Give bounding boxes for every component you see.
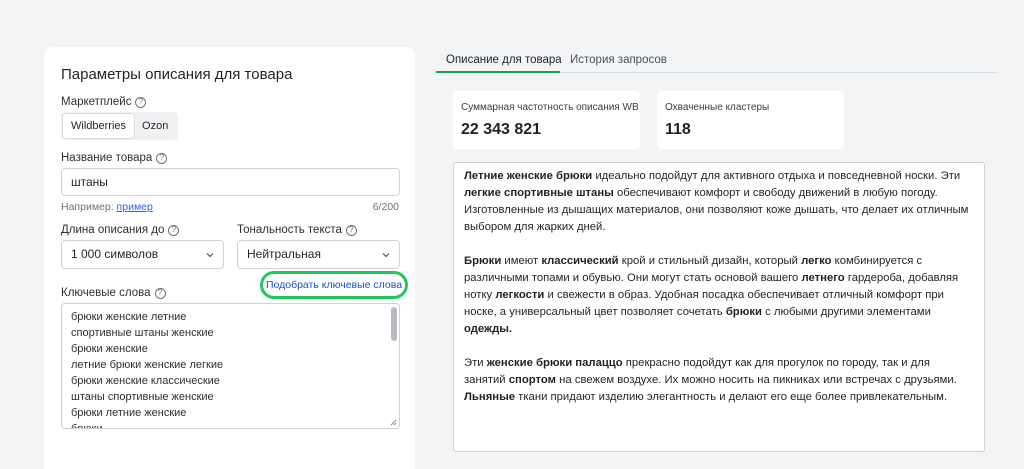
keyword-line: штаны спортивные женские — [71, 391, 214, 403]
chevron-down-icon — [206, 252, 214, 257]
description-text: Эти — [464, 357, 487, 369]
keyword-highlight: брюки — [725, 306, 762, 318]
stat-label: Суммарная частотность описания WB — [461, 102, 639, 113]
marketplace-switch: Wildberries Ozon — [61, 112, 179, 140]
chevron-down-icon — [382, 252, 390, 257]
keywords-label: Ключевые слова — [61, 287, 151, 299]
product-name-label: Название товара — [61, 152, 153, 164]
product-name-label-row: Название товара ? — [61, 152, 168, 164]
tab-description[interactable]: Описание для товара — [446, 54, 562, 66]
description-text: идеально подойдут для активного отдыха и… — [592, 170, 961, 182]
help-circle-icon[interactable]: ? — [154, 287, 166, 299]
description-params-card: Параметры описания для товара Маркетплей… — [44, 47, 415, 469]
resize-handle-icon[interactable] — [390, 419, 397, 426]
marketplace-wildberries-button[interactable]: Wildberries — [63, 114, 135, 138]
keyword-line: спортивные штаны женские — [71, 327, 214, 339]
keyword-highlight: Летние женские брюки — [464, 170, 593, 182]
tone-label: Тональность текста — [237, 224, 342, 236]
keywords-label-row: Ключевые слова ? — [61, 287, 166, 299]
card-title: Параметры описания для товара — [61, 66, 293, 83]
keywords-textarea[interactable]: брюки женские летние спортивные штаны жен… — [61, 303, 400, 429]
keyword-line: брюки — [71, 423, 103, 429]
marketplace-label: Маркетплейс — [61, 96, 132, 108]
help-circle-icon[interactable]: ? — [135, 96, 147, 108]
description-paragraph: Летние женские брюки идеально подойдут д… — [464, 168, 974, 236]
length-select[interactable]: 1 000 символов — [61, 240, 224, 269]
length-label-row: Длина описания до ? — [61, 224, 180, 236]
keyword-line: брюки женские летние — [71, 311, 187, 323]
help-circle-icon[interactable]: ? — [168, 224, 180, 236]
length-select-value: 1 000 символов — [71, 247, 159, 261]
keyword-highlight: женские брюки палаццо — [486, 357, 623, 369]
tone-select[interactable]: Нейтральная — [237, 240, 400, 269]
keyword-line: брюки женские — [71, 343, 148, 355]
marketplace-label-row: Маркетплейс ? — [61, 96, 147, 108]
keyword-line: брюки женские классические — [71, 375, 220, 387]
generated-description: Летние женские брюки идеально подойдут д… — [453, 162, 985, 452]
keyword-highlight: одежды. — [464, 323, 513, 335]
keyword-highlight: Льняные — [464, 391, 516, 403]
description-paragraph: Брюки имеют классический крой и стильный… — [464, 253, 974, 338]
example-hint: Например: пример — [61, 201, 153, 213]
stat-label: Охваченные кластеры — [665, 102, 770, 113]
scrollbar-thumb[interactable] — [391, 307, 397, 341]
keyword-line: брюки летние женские — [71, 407, 187, 419]
help-circle-icon[interactable]: ? — [156, 152, 168, 164]
tab-history[interactable]: История запросов — [570, 54, 667, 66]
stat-card-frequency: Суммарная частотность описания WB 22 343… — [453, 91, 640, 149]
keyword-highlight: легко — [801, 255, 832, 267]
help-circle-icon[interactable]: ? — [345, 224, 357, 236]
stat-value: 22 343 821 — [461, 121, 542, 138]
keyword-line: летние брюки женские легкие — [71, 359, 224, 371]
marketplace-ozon-button[interactable]: Ozon — [134, 114, 176, 138]
example-hint-prefix: Например: — [61, 201, 117, 213]
keyword-highlight: летнего — [801, 272, 845, 284]
keyword-highlight: легкости — [495, 289, 545, 301]
description-paragraph: Эти женские брюки палаццо прекрасно подо… — [464, 355, 974, 406]
description-text: ткани придают изделию элегантность и дел… — [515, 391, 948, 403]
tone-label-row: Тональность текста ? — [237, 224, 357, 236]
keyword-highlight: легкие спортивные штаны — [464, 187, 614, 199]
description-text: крой и стильный дизайн, который — [618, 255, 802, 267]
keyword-highlight: классический — [541, 255, 619, 267]
length-label: Длина описания до — [61, 224, 165, 236]
keyword-highlight: спортом — [508, 374, 557, 386]
stat-value: 118 — [665, 121, 691, 138]
description-text: на свежем воздухе. Их можно носить на пи… — [556, 374, 957, 386]
description-text: с любыми другими элементами — [761, 306, 931, 318]
keyword-highlight: Брюки — [464, 255, 502, 267]
char-counter: 6/200 — [372, 201, 399, 213]
result-tabs: Описание для товара История запросов — [436, 47, 997, 73]
stat-card-clusters: Охваченные кластеры 118 — [657, 91, 844, 149]
pick-keywords-button[interactable]: Подобрать ключевые слова — [260, 271, 408, 299]
active-tab-indicator — [436, 71, 560, 73]
example-link[interactable]: пример — [117, 201, 153, 213]
product-name-input[interactable]: штаны — [61, 168, 400, 196]
tone-select-value: Нейтральная — [247, 247, 321, 261]
keyword-list: брюки женские летние спортивные штаны жен… — [71, 309, 390, 429]
description-text: имеют — [501, 255, 542, 267]
